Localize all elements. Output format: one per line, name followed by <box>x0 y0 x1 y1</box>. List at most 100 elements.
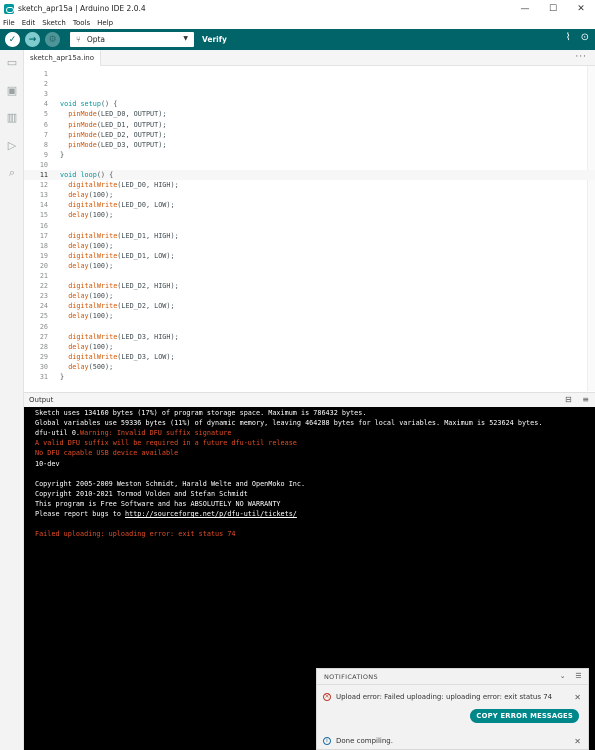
upload-button[interactable]: → <box>25 32 40 47</box>
code-line[interactable]: 31} <box>24 372 595 382</box>
debug-button[interactable]: ⚙ <box>45 32 60 47</box>
tab-bar: sketch_apr15a.ino ··· <box>24 50 595 66</box>
code-line[interactable]: 9} <box>24 150 595 160</box>
serial-monitor-icon[interactable]: ⊙ <box>581 32 589 43</box>
code-line[interactable]: 24 digitalWrite(LED_D2, LOW); <box>24 301 595 311</box>
output-label: Output <box>29 396 54 404</box>
code-line[interactable]: 20 delay(100); <box>24 261 595 271</box>
code-text: delay(100); <box>68 241 114 250</box>
code-line[interactable]: 14 digitalWrite(LED_D0, LOW); <box>24 200 595 210</box>
code-line[interactable]: 8 pinMode(LED_D3, OUTPUT); <box>24 140 595 150</box>
code-line[interactable]: 1 <box>24 69 595 79</box>
code-line[interactable]: 25 delay(100); <box>24 311 595 321</box>
line-number: 22 <box>39 282 48 291</box>
code-line[interactable]: 12 digitalWrite(LED_D0, HIGH); <box>24 180 595 190</box>
menu-sketch[interactable]: Sketch <box>42 19 66 27</box>
code-line[interactable]: 26 <box>24 322 595 332</box>
code-editor[interactable]: 1 2 3 4 void setup() {5 pinMode(LED_D0, OUTP… <box>24 66 595 391</box>
minimize-button[interactable]: — <box>511 0 539 17</box>
menu-help[interactable]: Help <box>97 19 113 27</box>
boards-manager-icon[interactable]: ▣ <box>5 84 19 98</box>
code-line[interactable]: 11 void loop() { <box>24 170 595 181</box>
code-line[interactable]: 19 digitalWrite(LED_D1, LOW); <box>24 251 595 261</box>
code-line[interactable]: 30 delay(500); <box>24 362 595 372</box>
clear-output-icon[interactable]: ≡ <box>582 395 589 404</box>
code-line[interactable]: 13 delay(100); <box>24 190 595 200</box>
line-number: 23 <box>39 292 48 301</box>
code-line[interactable]: 7 pinMode(LED_D2, OUTPUT); <box>24 130 595 140</box>
menu-bar: File Edit Sketch Tools Help <box>0 17 595 29</box>
checkmark-icon: ✓ <box>8 34 17 45</box>
code-line[interactable]: 6 pinMode(LED_D1, OUTPUT); <box>24 120 595 130</box>
board-selector[interactable]: ⑂ Opta ▼ <box>70 32 194 47</box>
code-line[interactable]: 29 digitalWrite(LED_D3, LOW); <box>24 352 595 362</box>
code-line[interactable]: 28 delay(100); <box>24 342 595 352</box>
close-icon[interactable]: ✕ <box>574 693 581 702</box>
console-line: A valid DFU suffix will be required in a… <box>35 439 297 448</box>
sidebar: ▭ ▣ ▥ ▷ ⌕ <box>0 50 24 750</box>
line-number: 31 <box>39 373 48 381</box>
code-line[interactable]: 18 delay(100); <box>24 241 595 251</box>
code-line[interactable]: 16 <box>24 221 595 231</box>
code-line[interactable]: 10 <box>24 160 595 170</box>
code-text: pinMode(LED_D0, OUTPUT); <box>68 110 167 119</box>
code-line[interactable]: 2 <box>24 79 595 89</box>
search-icon[interactable]: ⌕ <box>5 166 19 180</box>
line-number: 3 <box>43 90 48 99</box>
info-icon: i <box>323 737 331 745</box>
code-line[interactable]: 27 digitalWrite(LED_D3, HIGH); <box>24 332 595 342</box>
line-number: 4 <box>43 100 48 109</box>
verify-button[interactable]: ✓ <box>5 32 20 47</box>
bug-report-link[interactable]: http://sourceforge.net/p/dfu-util/ticket… <box>125 510 297 518</box>
arrow-right-icon: → <box>28 34 37 45</box>
line-number: 27 <box>39 332 48 341</box>
board-name: Opta <box>86 35 106 44</box>
chevron-down-icon: ▼ <box>183 35 188 42</box>
code-text: delay(100); <box>68 191 114 200</box>
line-number: 17 <box>39 231 48 240</box>
console-line: Sketch uses 134160 bytes (17%) of progra… <box>35 409 367 417</box>
console-line: Copyright 2010-2021 Tormod Volden and St… <box>35 489 248 498</box>
serial-plotter-icon[interactable]: ⌇ <box>566 32 571 43</box>
collapse-icon[interactable]: ⌄ <box>560 672 566 680</box>
code-line[interactable]: 23 delay(100); <box>24 291 595 301</box>
clear-all-icon[interactable]: ☰ <box>575 672 582 680</box>
output-lock-icon[interactable]: ⊟ <box>565 395 572 404</box>
menu-edit[interactable]: Edit <box>22 19 36 27</box>
code-text: digitalWrite(LED_D1, HIGH); <box>68 231 179 240</box>
line-number: 13 <box>39 191 48 200</box>
code-text: digitalWrite(LED_D2, HIGH); <box>68 282 179 291</box>
tab-sketch-file[interactable]: sketch_apr15a.ino <box>24 50 101 66</box>
code-line[interactable]: 3 <box>24 89 595 99</box>
verify-label: Verify <box>202 35 227 44</box>
code-line[interactable]: 21 <box>24 271 595 281</box>
close-window-button[interactable]: ✕ <box>567 0 595 17</box>
usb-icon: ⑂ <box>76 35 81 44</box>
console-line: No DFU capable USB device available <box>35 449 179 458</box>
toolbar: ✓ → ⚙ ⑂ Opta ▼ Verify ⌇ ⊙ <box>0 29 595 50</box>
folder-icon[interactable]: ▭ <box>5 56 19 70</box>
notifications-title: NOTIFICATIONS <box>324 672 378 681</box>
library-manager-icon[interactable]: ▥ <box>5 111 19 125</box>
notification-info: i Done compiling. ✕ <box>317 737 590 746</box>
maximize-button[interactable]: ☐ <box>539 0 567 17</box>
menu-tools[interactable]: Tools <box>73 19 90 27</box>
code-line[interactable]: 17 digitalWrite(LED_D1, HIGH); <box>24 231 595 241</box>
copy-error-messages-button[interactable]: COPY ERROR MESSAGES <box>470 709 579 723</box>
menu-file[interactable]: File <box>3 19 15 27</box>
line-number: 8 <box>43 140 48 149</box>
close-icon[interactable]: ✕ <box>574 737 581 746</box>
notifications-panel: NOTIFICATIONS ⌄ ☰ × Upload error: Failed… <box>316 668 589 750</box>
code-text: digitalWrite(LED_D3, LOW); <box>68 352 175 361</box>
line-number: 19 <box>39 251 48 260</box>
code-line[interactable]: 5 pinMode(LED_D0, OUTPUT); <box>24 109 595 119</box>
code-line[interactable]: 4 void setup() { <box>24 99 595 109</box>
code-line[interactable]: 15 delay(100); <box>24 210 595 220</box>
notification-error: × Upload error: Failed uploading: upload… <box>317 693 590 702</box>
line-number: 14 <box>39 201 48 210</box>
code-line[interactable]: 22 digitalWrite(LED_D2, HIGH); <box>24 281 595 291</box>
more-options-icon[interactable]: ··· <box>575 52 587 62</box>
code-text: digitalWrite(LED_D0, HIGH); <box>68 181 179 190</box>
debug-panel-icon[interactable]: ▷ <box>5 139 19 153</box>
code-text: pinMode(LED_D1, OUTPUT); <box>68 120 167 129</box>
